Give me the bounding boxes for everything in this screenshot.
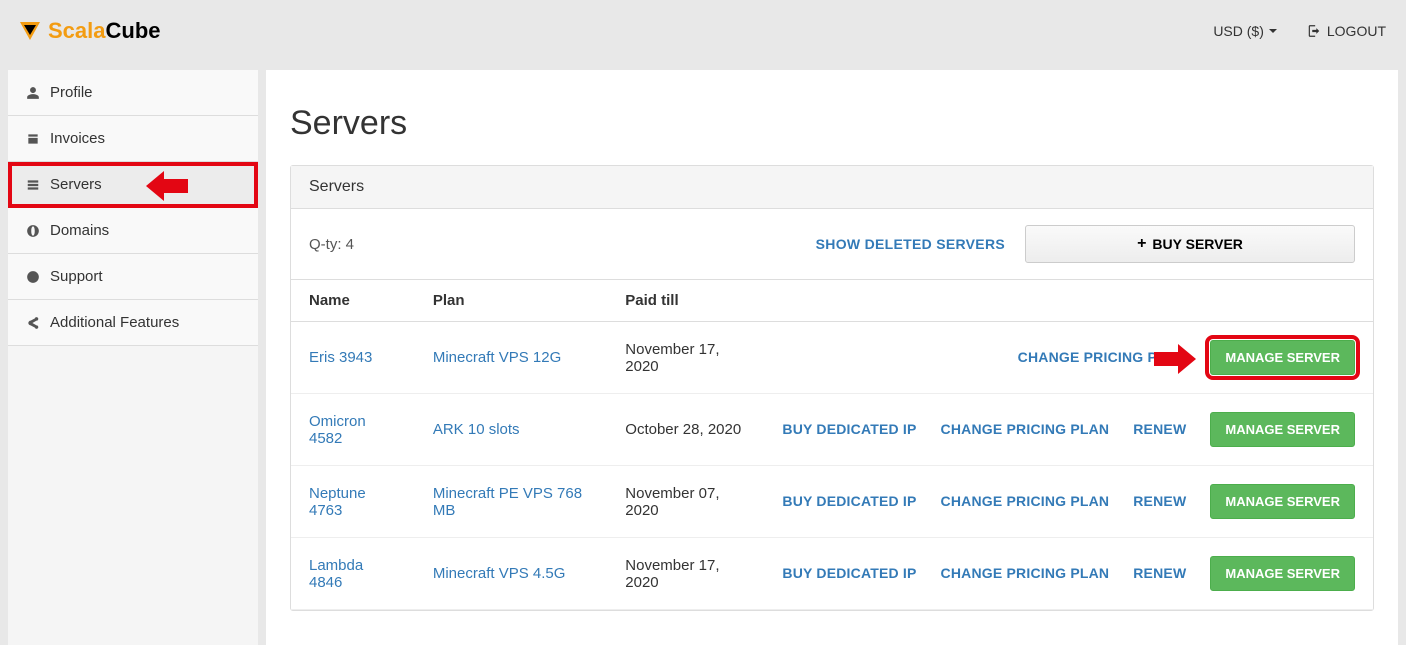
server-plan-link[interactable]: ARK 10 slots bbox=[433, 421, 520, 438]
server-name-link[interactable]: Neptune 4763 bbox=[309, 485, 366, 519]
servers-icon bbox=[26, 178, 40, 192]
renew-link[interactable]: RENEW bbox=[1133, 421, 1186, 437]
table-row: Lambda 4846 Minecraft VPS 4.5G November 17… bbox=[291, 538, 1373, 610]
sidebar-item-label: Profile bbox=[50, 84, 93, 101]
sidebar-item-domains[interactable]: Domains bbox=[8, 208, 258, 254]
paid-till-value: November 07, 2020 bbox=[607, 466, 764, 538]
caret-down-icon bbox=[1269, 29, 1277, 33]
user-icon bbox=[26, 86, 40, 100]
sidebar-item-label: Invoices bbox=[50, 130, 105, 147]
col-plan: Plan bbox=[415, 280, 607, 322]
renew-link[interactable]: RENEW bbox=[1133, 493, 1186, 509]
plus-icon: + bbox=[1137, 236, 1146, 252]
manage-server-button[interactable]: MANAGE SERVER bbox=[1210, 484, 1355, 519]
server-plan-link[interactable]: Minecraft VPS 4.5G bbox=[433, 565, 566, 582]
row-actions: CHANGE PRICING PLANMANAGE SERVER bbox=[764, 322, 1373, 394]
logout-icon bbox=[1307, 24, 1321, 38]
globe-icon bbox=[26, 224, 40, 238]
buy-ip-link[interactable]: BUY DEDICATED IP bbox=[782, 421, 916, 437]
logout-label: LOGOUT bbox=[1327, 23, 1386, 39]
buy-server-label: BUY SERVER bbox=[1152, 236, 1243, 252]
table-row: Neptune 4763 Minecraft PE VPS 768 MB Novem… bbox=[291, 466, 1373, 538]
buy-ip-link[interactable]: BUY DEDICATED IP bbox=[782, 565, 916, 581]
brand-icon bbox=[20, 22, 40, 40]
qty-label: Q-ty: 4 bbox=[309, 236, 796, 253]
row-actions: BUY DEDICATED IP CHANGE PRICING PLAN RENEW… bbox=[764, 466, 1373, 538]
server-plan-link[interactable]: Minecraft VPS 12G bbox=[433, 349, 561, 366]
sidebar-item-profile[interactable]: Profile bbox=[8, 70, 258, 116]
manage-server-button[interactable]: MANAGE SERVER bbox=[1210, 556, 1355, 591]
sidebar-item-label: Additional Features bbox=[50, 314, 179, 331]
currency-label: USD ($) bbox=[1213, 23, 1264, 39]
server-plan-link[interactable]: Minecraft PE VPS 768 MB bbox=[433, 485, 582, 519]
server-name-link[interactable]: Lambda 4846 bbox=[309, 557, 363, 591]
logo[interactable]: ScalaCube bbox=[20, 18, 161, 44]
header: ScalaCube USD ($) LOGOUT bbox=[0, 0, 1406, 62]
row-actions: BUY DEDICATED IP CHANGE PRICING PLAN RENEW… bbox=[764, 394, 1373, 466]
server-name-link[interactable]: Eris 3943 bbox=[309, 349, 372, 366]
server-name-link[interactable]: Omicron 4582 bbox=[309, 413, 366, 447]
buy-server-button[interactable]: + BUY SERVER bbox=[1025, 225, 1355, 263]
sidebar: Profile Invoices Servers Domains Support Addi… bbox=[8, 70, 258, 645]
change-plan-link[interactable]: CHANGE PRICING PLAN bbox=[941, 565, 1110, 581]
row-actions: BUY DEDICATED IP CHANGE PRICING PLAN RENEW… bbox=[764, 538, 1373, 610]
paid-till-value: November 17, 2020 bbox=[607, 322, 764, 394]
support-icon bbox=[26, 270, 40, 284]
col-name: Name bbox=[291, 280, 415, 322]
servers-table: Name Plan Paid till Eris 3943 Minecraft V… bbox=[291, 279, 1373, 610]
table-row: Eris 3943 Minecraft VPS 12G November 17, 2… bbox=[291, 322, 1373, 394]
col-actions bbox=[764, 280, 1373, 322]
highlight-arrow-icon bbox=[146, 171, 188, 199]
sidebar-item-servers[interactable]: Servers bbox=[8, 162, 258, 208]
invoice-icon bbox=[26, 132, 40, 146]
sidebar-item-invoices[interactable]: Invoices bbox=[8, 116, 258, 162]
highlight-arrow-icon bbox=[1154, 344, 1196, 372]
page-title: Servers bbox=[290, 104, 1374, 143]
brand-text-1: Scala bbox=[48, 18, 106, 43]
sidebar-item-support[interactable]: Support bbox=[8, 254, 258, 300]
sidebar-item-label: Support bbox=[50, 268, 103, 285]
buy-ip-link[interactable]: BUY DEDICATED IP bbox=[782, 493, 916, 509]
panel-header: Servers bbox=[291, 166, 1373, 209]
logout-link[interactable]: LOGOUT bbox=[1307, 23, 1386, 39]
manage-wrap: MANAGE SERVER bbox=[1210, 484, 1355, 519]
col-paid-till: Paid till bbox=[607, 280, 764, 322]
renew-link[interactable]: RENEW bbox=[1133, 565, 1186, 581]
manage-server-button[interactable]: MANAGE SERVER bbox=[1210, 412, 1355, 447]
manage-wrap: MANAGE SERVER bbox=[1210, 412, 1355, 447]
change-plan-link[interactable]: CHANGE PRICING PLAN bbox=[941, 493, 1110, 509]
table-row: Omicron 4582 ARK 10 slots October 28, 2020… bbox=[291, 394, 1373, 466]
header-right: USD ($) LOGOUT bbox=[1213, 23, 1386, 39]
manage-server-button[interactable]: MANAGE SERVER bbox=[1210, 340, 1355, 375]
sidebar-item-label: Servers bbox=[50, 176, 102, 193]
layout: Profile Invoices Servers Domains Support Addi… bbox=[0, 62, 1406, 645]
manage-wrap: MANAGE SERVER bbox=[1210, 556, 1355, 591]
share-icon bbox=[26, 316, 40, 330]
sidebar-item-label: Domains bbox=[50, 222, 109, 239]
sidebar-item-additional-features[interactable]: Additional Features bbox=[8, 300, 258, 346]
servers-panel: Servers Q-ty: 4 SHOW DELETED SERVERS + B… bbox=[290, 165, 1374, 611]
brand-text-2: Cube bbox=[106, 18, 161, 43]
paid-till-value: October 28, 2020 bbox=[607, 394, 764, 466]
paid-till-value: November 17, 2020 bbox=[607, 538, 764, 610]
currency-selector[interactable]: USD ($) bbox=[1213, 23, 1277, 39]
manage-wrap: MANAGE SERVER bbox=[1210, 340, 1355, 375]
panel-topbar: Q-ty: 4 SHOW DELETED SERVERS + BUY SERVE… bbox=[291, 209, 1373, 279]
show-deleted-link[interactable]: SHOW DELETED SERVERS bbox=[816, 236, 1005, 252]
main: Servers Servers Q-ty: 4 SHOW DELETED SER… bbox=[266, 70, 1398, 645]
change-plan-link[interactable]: CHANGE PRICING PLAN bbox=[941, 421, 1110, 437]
